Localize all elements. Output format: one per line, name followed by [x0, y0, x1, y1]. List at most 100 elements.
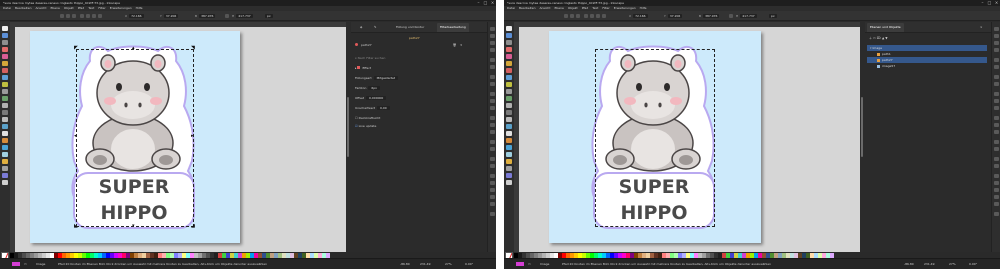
- canvas[interactable]: SUPER HIPPO ◤ ▴ ◥ ◂ ▸ ◣ ▾ ◢: [15, 27, 346, 252]
- zoom-page-icon[interactable]: [490, 130, 495, 134]
- bucket-tool-icon[interactable]: [506, 138, 512, 143]
- resize-handle-nw[interactable]: ◤: [74, 46, 78, 51]
- scrollbar-thumb[interactable]: [860, 97, 863, 157]
- text-tool-icon[interactable]: [506, 117, 512, 122]
- checkbox-row[interactable]: ☑ Live update: [355, 124, 376, 128]
- ellipse-tool-icon[interactable]: [506, 75, 512, 80]
- deselect-icon[interactable]: [72, 14, 76, 18]
- dropper-tool-icon[interactable]: [506, 159, 512, 164]
- flip-v-icon[interactable]: [602, 14, 606, 18]
- prop-value[interactable]: Mitgestartet: [373, 76, 399, 80]
- ungroup-icon[interactable]: [490, 164, 495, 168]
- connector-tool-icon[interactable]: [2, 166, 8, 171]
- print-icon[interactable]: [490, 48, 495, 52]
- tab-icon-2[interactable]: ✎: [371, 23, 380, 32]
- zoom-tool-icon[interactable]: [2, 47, 8, 52]
- zoom-value[interactable]: 27%: [949, 262, 956, 266]
- node-tool-icon[interactable]: [506, 33, 512, 38]
- preferences-icon[interactable]: [994, 212, 999, 216]
- y-field[interactable]: Y 37.206: [160, 14, 179, 18]
- move-down-icon[interactable]: ▼: [885, 36, 887, 40]
- lpe-tool-icon[interactable]: [2, 173, 8, 178]
- spray-tool-icon[interactable]: [506, 124, 512, 129]
- paste-icon[interactable]: [490, 106, 495, 110]
- box3d-tool-icon[interactable]: [2, 68, 8, 73]
- x-field[interactable]: X 72.166: [629, 14, 648, 18]
- pencil-tool-icon[interactable]: [2, 96, 8, 101]
- undo-icon[interactable]: [490, 75, 495, 79]
- select-all-icon[interactable]: [60, 14, 64, 18]
- rotate-cw-icon[interactable]: [86, 14, 90, 18]
- lock-ratio-icon[interactable]: [225, 14, 229, 18]
- tweak-tool-icon[interactable]: [506, 40, 512, 45]
- text-font-icon[interactable]: [994, 181, 999, 185]
- bucket-tool-icon[interactable]: [2, 138, 8, 143]
- resize-handle-w[interactable]: ◂: [74, 134, 77, 139]
- filter-search[interactable]: ⌕ Nach Filter suchen: [355, 56, 385, 60]
- zoom-selection-icon[interactable]: [994, 116, 999, 120]
- xml-editor-icon[interactable]: [994, 195, 999, 199]
- redo-icon[interactable]: [994, 82, 999, 86]
- node-tool-icon[interactable]: [2, 33, 8, 38]
- fill-stroke-icon[interactable]: [994, 174, 999, 178]
- zoom-tool-icon[interactable]: [506, 47, 512, 52]
- pages-tool-icon[interactable]: [506, 180, 512, 185]
- align-icon[interactable]: [994, 202, 999, 206]
- tab-layers-objects[interactable]: Ebenen und Objekte: [867, 23, 904, 32]
- clone-icon[interactable]: [994, 147, 999, 151]
- fill-stroke-icon[interactable]: [490, 174, 495, 178]
- pencil-tool-icon[interactable]: [506, 96, 512, 101]
- calligraphy-tool-icon[interactable]: [506, 110, 512, 115]
- tweak-tool-icon[interactable]: [2, 40, 8, 45]
- cut-icon[interactable]: [490, 99, 495, 103]
- group-icon[interactable]: [994, 157, 999, 161]
- unit-select[interactable]: px: [265, 14, 273, 18]
- copy-icon[interactable]: [490, 92, 495, 96]
- canvas-scrollbar[interactable]: [346, 27, 349, 252]
- star-tool-icon[interactable]: [2, 82, 8, 87]
- box3d-tool-icon[interactable]: [506, 68, 512, 73]
- checkbox-row[interactable]: ☐ Deckkraftsicht: [355, 116, 380, 120]
- dropper-tool-icon[interactable]: [2, 159, 8, 164]
- measure-tool-icon[interactable]: [2, 54, 8, 59]
- new-document-icon[interactable]: [994, 27, 999, 31]
- undo-icon[interactable]: [994, 75, 999, 79]
- rect-tool-icon[interactable]: [2, 61, 8, 66]
- tab-fill-stroke[interactable]: Füllung und Kontur: [393, 23, 427, 32]
- flip-v-icon[interactable]: [98, 14, 102, 18]
- selector-tool-icon[interactable]: [506, 26, 512, 31]
- rotation-value[interactable]: 0.00°: [465, 262, 473, 266]
- rect-tool-icon[interactable]: [506, 61, 512, 66]
- remove-filter-icon[interactable]: 🗑: [453, 43, 457, 47]
- resize-handle-ne[interactable]: ◥: [191, 46, 195, 51]
- cut-icon[interactable]: [994, 99, 999, 103]
- layer-dropdown[interactable]: Image: [540, 262, 549, 266]
- import-icon[interactable]: [490, 58, 495, 62]
- width-field[interactable]: B 387.976: [195, 14, 216, 18]
- text-tool-icon[interactable]: [2, 117, 8, 122]
- filter-menu-icon[interactable]: ▾: [460, 43, 462, 47]
- redo-icon[interactable]: [490, 82, 495, 86]
- save-document-icon[interactable]: [994, 41, 999, 45]
- layers-icon[interactable]: [490, 188, 495, 192]
- canvas-scrollbar[interactable]: [860, 27, 863, 252]
- layer-row-image57[interactable]: image57: [867, 63, 987, 69]
- height-field[interactable]: H 417.737: [232, 14, 253, 18]
- spiral-tool-icon[interactable]: [2, 89, 8, 94]
- x-field[interactable]: X 72.166: [125, 14, 144, 18]
- export-icon[interactable]: [490, 65, 495, 69]
- prop-value[interactable]: 6px: [368, 86, 380, 90]
- new-document-icon[interactable]: [490, 27, 495, 31]
- save-document-icon[interactable]: [490, 41, 495, 45]
- flip-h-icon[interactable]: [596, 14, 600, 18]
- calligraphy-tool-icon[interactable]: [2, 110, 8, 115]
- unit-select[interactable]: px: [769, 14, 777, 18]
- close-tab-icon[interactable]: ×: [977, 23, 986, 32]
- duplicate-icon[interactable]: [490, 140, 495, 144]
- duplicate-icon[interactable]: [994, 140, 999, 144]
- measure-tool-icon[interactable]: [506, 54, 512, 59]
- xml-editor-icon[interactable]: [490, 195, 495, 199]
- align-icon[interactable]: [490, 202, 495, 206]
- export-icon[interactable]: [994, 65, 999, 69]
- zoom-value[interactable]: 27%: [445, 262, 452, 266]
